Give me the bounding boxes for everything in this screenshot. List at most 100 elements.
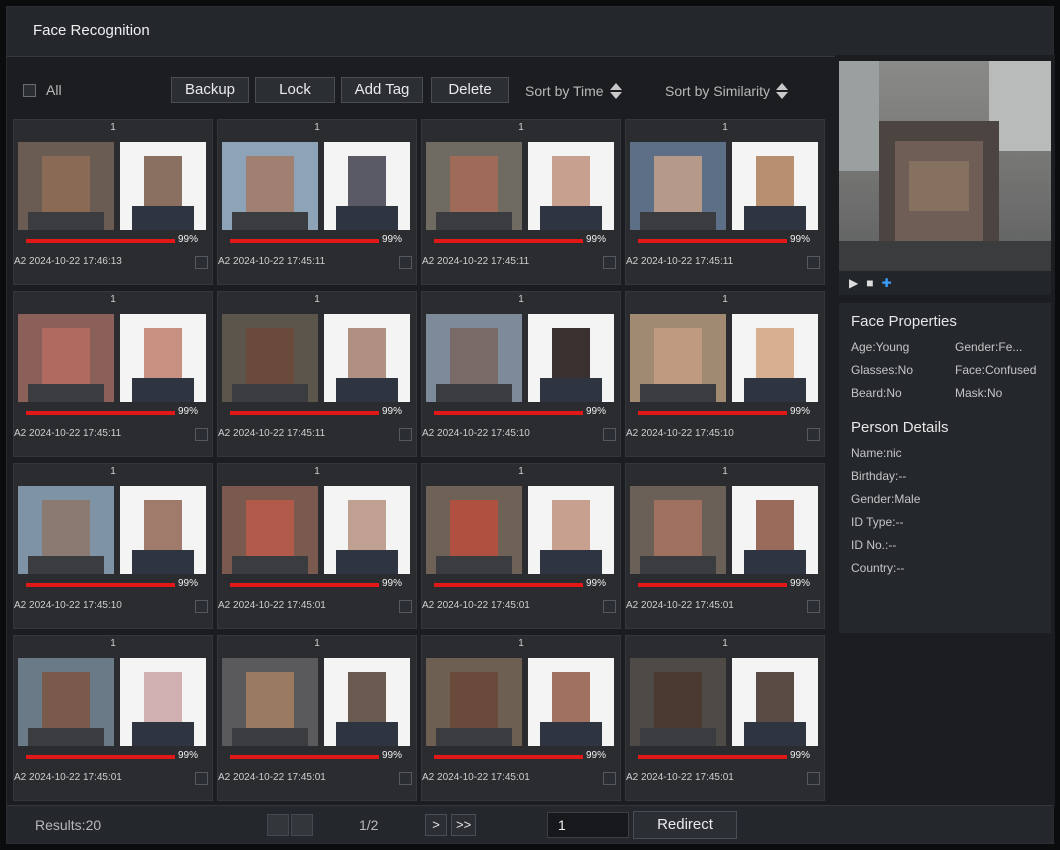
result-checkbox[interactable] (399, 428, 412, 441)
database-face-image[interactable] (120, 142, 206, 230)
result-card[interactable]: 1 99% A2 2024-10-22 17:45:10 (13, 463, 213, 629)
results-grid: 1 99% A2 2024-10-22 17:46:13 1 99% A2 2024-10… (13, 119, 825, 807)
result-checkbox[interactable] (603, 428, 616, 441)
result-index: 1 (722, 638, 728, 649)
result-card[interactable]: 1 99% A2 2024-10-22 17:45:01 (421, 635, 621, 801)
result-index: 1 (110, 122, 116, 133)
snapshot-image[interactable] (630, 658, 726, 746)
result-checkbox[interactable] (399, 256, 412, 269)
database-face-image[interactable] (732, 314, 818, 402)
database-face-image[interactable] (528, 142, 614, 230)
last-page-button[interactable]: >> (451, 814, 477, 836)
toolbar: All Backup Lock Add Tag Delete Sort by T… (7, 71, 827, 105)
similarity-bar (434, 583, 583, 587)
sort-by-similarity[interactable]: Sort by Similarity (665, 83, 789, 99)
snapshot-image[interactable] (18, 142, 114, 230)
database-face-image[interactable] (732, 142, 818, 230)
result-card[interactable]: 1 99% A2 2024-10-22 17:45:01 (421, 463, 621, 629)
database-face-image[interactable] (120, 658, 206, 746)
snapshot-image[interactable] (426, 486, 522, 574)
prev-page-button[interactable] (291, 814, 313, 836)
capture-time: A2 2024-10-22 17:45:10 (422, 428, 530, 439)
snapshot-image[interactable] (426, 658, 522, 746)
database-face-image[interactable] (324, 142, 410, 230)
result-checkbox[interactable] (399, 600, 412, 613)
similarity-bar (638, 583, 787, 587)
database-face-image[interactable] (324, 658, 410, 746)
snapshot-image[interactable] (18, 658, 114, 746)
play-icon[interactable]: ▶ (849, 276, 858, 290)
result-card[interactable]: 1 99% A2 2024-10-22 17:45:01 (13, 635, 213, 801)
database-face-image[interactable] (528, 658, 614, 746)
result-card[interactable]: 1 99% A2 2024-10-22 17:45:11 (13, 291, 213, 457)
snapshot-image[interactable] (222, 658, 318, 746)
select-all[interactable]: All (23, 82, 62, 98)
result-card[interactable]: 1 99% A2 2024-10-22 17:45:01 (217, 463, 417, 629)
snapshot-image[interactable] (426, 314, 522, 402)
snapshot-image[interactable] (222, 486, 318, 574)
result-card[interactable]: 1 99% A2 2024-10-22 17:45:11 (217, 291, 417, 457)
result-card[interactable]: 1 99% A2 2024-10-22 17:45:11 (217, 119, 417, 285)
backup-button[interactable]: Backup (171, 77, 249, 103)
add-face-icon[interactable]: ✚ (881, 276, 891, 290)
lock-button[interactable]: Lock (255, 77, 335, 103)
snapshot-image[interactable] (18, 314, 114, 402)
result-card[interactable]: 1 99% A2 2024-10-22 17:45:01 (625, 635, 825, 801)
snapshot-image[interactable] (426, 142, 522, 230)
result-card[interactable]: 1 99% A2 2024-10-22 17:45:10 (421, 291, 621, 457)
result-card[interactable]: 1 99% A2 2024-10-22 17:45:01 (217, 635, 417, 801)
page-number-input[interactable]: 1 (547, 812, 629, 838)
result-checkbox[interactable] (195, 428, 208, 441)
result-checkbox[interactable] (603, 600, 616, 613)
result-checkbox[interactable] (807, 600, 820, 613)
snapshot-image[interactable] (222, 142, 318, 230)
result-card[interactable]: 1 99% A2 2024-10-22 17:45:11 (625, 119, 825, 285)
capture-time: A2 2024-10-22 17:45:11 (422, 256, 530, 267)
database-face-image[interactable] (324, 486, 410, 574)
database-face-image[interactable] (528, 314, 614, 402)
result-card[interactable]: 1 99% A2 2024-10-22 17:45:10 (625, 291, 825, 457)
database-face-image[interactable] (120, 486, 206, 574)
result-index: 1 (722, 294, 728, 305)
person-details-title: Person Details (851, 419, 949, 436)
similarity-percent: 99% (790, 406, 811, 417)
next-page-button[interactable]: > (425, 814, 447, 836)
similarity-percent: 99% (586, 406, 607, 417)
database-face-image[interactable] (732, 486, 818, 574)
database-face-image[interactable] (324, 314, 410, 402)
result-checkbox[interactable] (807, 256, 820, 269)
snapshot-image[interactable] (18, 486, 114, 574)
snapshot-image[interactable] (630, 314, 726, 402)
result-checkbox[interactable] (195, 772, 208, 785)
result-checkbox[interactable] (195, 600, 208, 613)
result-card[interactable]: 1 99% A2 2024-10-22 17:45:11 (421, 119, 621, 285)
database-face-image[interactable] (528, 486, 614, 574)
similarity-percent: 99% (178, 750, 199, 761)
country-value: Country:-- (851, 561, 905, 575)
capture-time: A2 2024-10-22 17:45:01 (626, 772, 734, 783)
stop-icon[interactable]: ■ (866, 276, 873, 290)
sort-by-time[interactable]: Sort by Time (525, 83, 622, 99)
similarity-bar (230, 239, 379, 243)
result-checkbox[interactable] (195, 256, 208, 269)
result-card[interactable]: 1 99% A2 2024-10-22 17:45:01 (625, 463, 825, 629)
result-checkbox[interactable] (399, 772, 412, 785)
capture-time: A2 2024-10-22 17:45:11 (218, 428, 326, 439)
add-tag-button[interactable]: Add Tag (341, 77, 423, 103)
result-checkbox[interactable] (603, 256, 616, 269)
result-checkbox[interactable] (807, 772, 820, 785)
result-checkbox[interactable] (807, 428, 820, 441)
result-card[interactable]: 1 99% A2 2024-10-22 17:46:13 (13, 119, 213, 285)
delete-button[interactable]: Delete (431, 77, 509, 103)
snapshot-image[interactable] (630, 486, 726, 574)
database-face-image[interactable] (120, 314, 206, 402)
capture-time: A2 2024-10-22 17:45:01 (422, 772, 530, 783)
snapshot-image[interactable] (630, 142, 726, 230)
result-checkbox[interactable] (603, 772, 616, 785)
snapshot-image[interactable] (222, 314, 318, 402)
first-page-button[interactable] (267, 814, 289, 836)
result-index: 1 (110, 294, 116, 305)
select-all-checkbox[interactable] (23, 83, 36, 97)
redirect-button[interactable]: Redirect (633, 811, 737, 839)
database-face-image[interactable] (732, 658, 818, 746)
